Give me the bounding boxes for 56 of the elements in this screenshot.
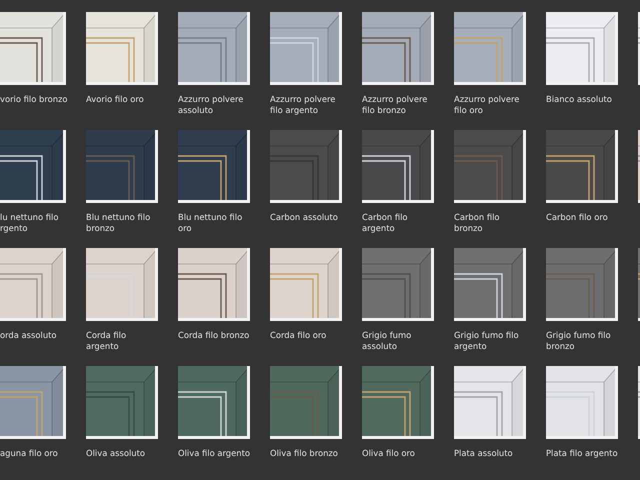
swatch-label: Grigio fumo filo bronzo: [546, 330, 612, 351]
swatch-label: Oliva filo oro: [362, 448, 416, 458]
door-swatch[interactable]: [270, 248, 342, 321]
swatch-label: Azzurro polvere filo bronzo: [362, 94, 428, 115]
swatch-label: Plata filo argento: [546, 448, 618, 458]
swatch-label: Carbon filo argento: [362, 212, 409, 233]
swatch-label: Grigio fumo assoluto: [362, 330, 412, 351]
swatch-label: Grigio fumo filo argento: [454, 330, 520, 351]
door-swatch[interactable]: [0, 12, 66, 85]
door-swatch[interactable]: [454, 366, 526, 439]
swatch-label: Oliva filo argento: [178, 448, 250, 458]
door-swatch[interactable]: [178, 366, 250, 439]
door-swatch[interactable]: [86, 12, 158, 85]
swatch-label: lu nettuno filo rgento: [0, 212, 60, 233]
swatch-label: vorio filo bronzo: [0, 94, 66, 104]
door-swatch[interactable]: [362, 248, 434, 321]
swatch-label: Azzurro polvere filo argento: [270, 94, 336, 115]
door-swatch[interactable]: [362, 366, 434, 439]
swatch-label: Azzurro polvere assoluto: [178, 94, 244, 115]
door-swatch[interactable]: [178, 248, 250, 321]
door-swatch[interactable]: [362, 130, 434, 203]
door-swatch[interactable]: [546, 366, 618, 439]
door-swatch[interactable]: [270, 12, 342, 85]
door-swatch[interactable]: [270, 366, 342, 439]
door-swatch[interactable]: [86, 130, 158, 203]
door-swatch[interactable]: [0, 366, 66, 439]
swatch-label: Carbon filo bronzo: [454, 212, 501, 233]
swatch-label: Corda filo argento: [86, 330, 128, 351]
swatch-label: Blu nettuno filo oro: [178, 212, 244, 233]
door-swatch[interactable]: [86, 248, 158, 321]
door-swatch[interactable]: [0, 248, 66, 321]
door-swatch[interactable]: [454, 248, 526, 321]
door-swatch[interactable]: [178, 12, 250, 85]
swatch-label: Avorio filo oro: [86, 94, 145, 104]
door-swatch[interactable]: [0, 130, 66, 203]
swatch-label: Carbon assoluto: [270, 212, 339, 222]
swatch-label: Plata assoluto: [454, 448, 514, 458]
door-swatch[interactable]: [178, 130, 250, 203]
swatch-label: Carbon filo oro: [546, 212, 609, 222]
door-swatch[interactable]: [454, 130, 526, 203]
swatch-label: Corda filo oro: [270, 330, 328, 340]
door-swatch[interactable]: [270, 130, 342, 203]
swatch-label: orda assoluto: [0, 330, 58, 340]
swatch-label: Blu nettuno filo bronzo: [86, 212, 152, 233]
door-swatch[interactable]: [362, 12, 434, 85]
door-swatch[interactable]: [86, 366, 158, 439]
swatch-label: Bianco assoluto: [546, 94, 613, 104]
door-swatch[interactable]: [546, 130, 618, 203]
swatch-label: Oliva assoluto: [86, 448, 146, 458]
swatch-label: Oliva filo bronzo: [270, 448, 339, 458]
swatch-label: Corda filo bronzo: [178, 330, 250, 340]
door-swatch[interactable]: [546, 12, 618, 85]
swatch-label: aguna filo oro: [0, 448, 59, 458]
swatch-label: Azzurro polvere filo oro: [454, 94, 520, 115]
door-swatch[interactable]: [454, 12, 526, 85]
door-swatch[interactable]: [546, 248, 618, 321]
